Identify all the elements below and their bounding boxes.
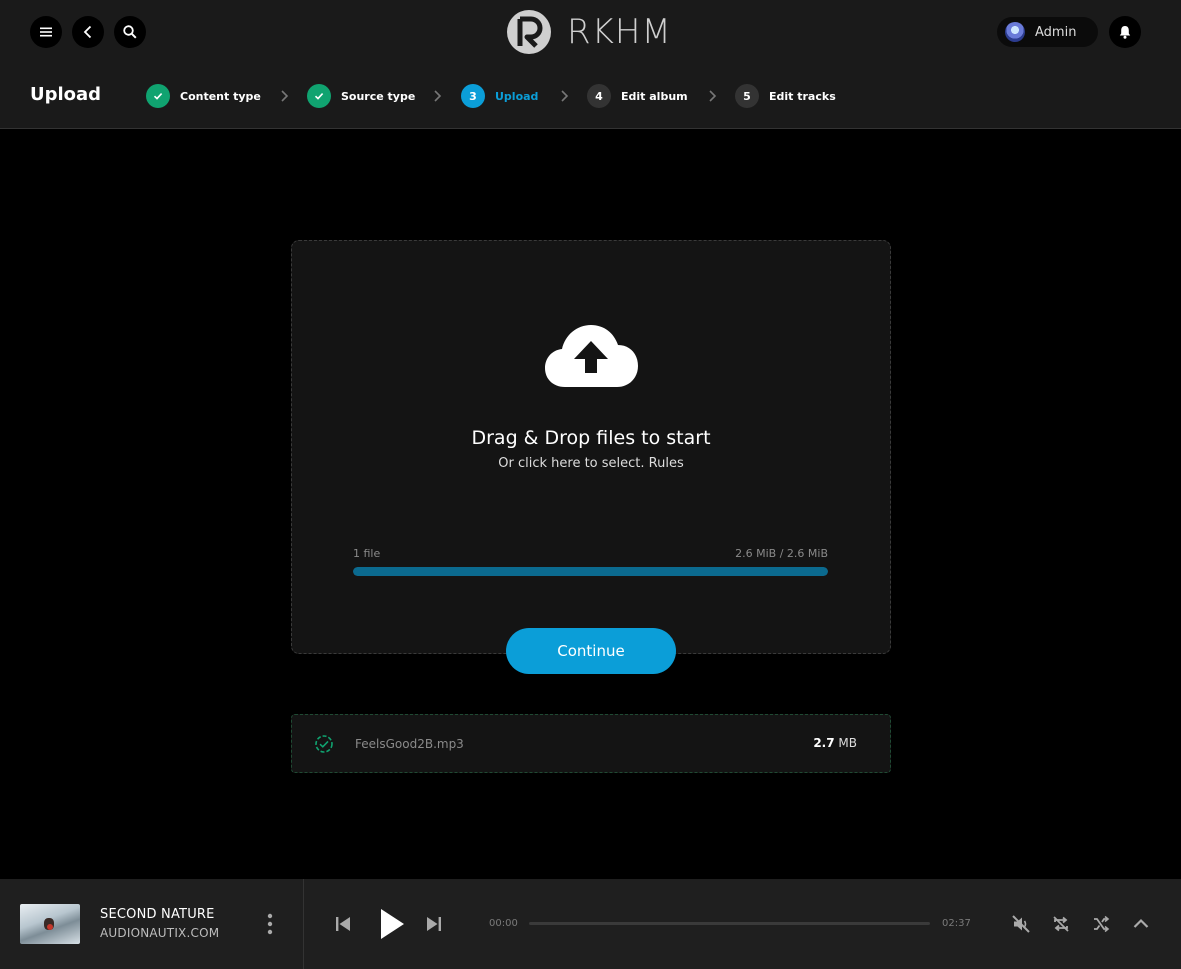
- step-number: 3: [461, 84, 485, 108]
- file-name: FeelsGood2B.mp3: [355, 737, 464, 751]
- avatar: [1005, 22, 1025, 42]
- back-button[interactable]: [72, 16, 104, 48]
- dropzone-subtitle[interactable]: Or click here to select. Rules: [292, 456, 890, 471]
- cloud-upload-icon: [545, 325, 638, 387]
- check-icon: [314, 93, 324, 100]
- notifications-button[interactable]: [1109, 16, 1141, 48]
- repeat-off-icon[interactable]: [1051, 914, 1071, 934]
- step-content-type[interactable]: Content type: [146, 84, 261, 108]
- check-circle-icon: [315, 735, 333, 753]
- menu-button[interactable]: [30, 16, 62, 48]
- shuffle-icon[interactable]: [1091, 914, 1111, 934]
- elapsed-time: 00:00: [489, 918, 518, 929]
- file-count: 1 file: [353, 547, 381, 560]
- chevron-up-icon[interactable]: [1131, 914, 1151, 934]
- skip-next-icon[interactable]: [424, 914, 444, 934]
- step-edit-album[interactable]: 4 Edit album: [587, 84, 688, 108]
- chevron-right-icon: [561, 90, 569, 102]
- audio-player: SECOND NATURE AUDIONAUTIX.COM 00:00 02:3…: [0, 879, 1181, 969]
- search-button[interactable]: [114, 16, 146, 48]
- step-label: Upload: [495, 89, 539, 103]
- upload-progress-fill: [353, 567, 828, 576]
- file-size: 2.7 MB: [813, 736, 857, 750]
- step-number: 4: [587, 84, 611, 108]
- chevron-right-icon: [434, 90, 442, 102]
- step-edit-tracks[interactable]: 5 Edit tracks: [735, 84, 836, 108]
- step-upload[interactable]: 3 Upload: [461, 84, 538, 108]
- user-menu[interactable]: Admin: [997, 17, 1098, 47]
- chevron-right-icon: [281, 90, 289, 102]
- track-cover[interactable]: [20, 904, 80, 944]
- upload-steps-bar: Upload Content type Source type 3 Upload…: [0, 64, 1181, 129]
- step-label: Edit tracks: [769, 89, 836, 103]
- continue-button[interactable]: Continue: [506, 628, 676, 674]
- brand-name: RKHM: [567, 12, 672, 52]
- track-artist[interactable]: AUDIONAUTIX.COM: [100, 926, 219, 940]
- upload-progress-bar: [353, 567, 828, 576]
- track-title[interactable]: SECOND NATURE: [100, 907, 215, 922]
- page-title: Upload: [30, 84, 102, 105]
- progress-text: 2.6 MiB / 2.6 MiB: [735, 547, 828, 560]
- step-label: Source type: [341, 89, 416, 103]
- menu-icon: [40, 27, 52, 37]
- chevron-right-icon: [709, 90, 717, 102]
- mute-icon[interactable]: [1011, 914, 1031, 934]
- bell-icon: [1119, 26, 1131, 39]
- step-done-marker: [146, 84, 170, 108]
- seek-bar[interactable]: [529, 922, 930, 925]
- step-label: Content type: [180, 89, 261, 103]
- cover-art-detail: [47, 924, 53, 930]
- check-icon: [153, 93, 163, 100]
- dropzone-title: Drag & Drop files to start: [471, 427, 711, 449]
- back-icon: [83, 25, 92, 39]
- file-list-item: FeelsGood2B.mp3 2.7 MB: [291, 714, 891, 773]
- step-label: Edit album: [621, 89, 688, 103]
- skip-previous-icon[interactable]: [333, 914, 353, 934]
- brand-logo[interactable]: RKHM: [507, 9, 672, 55]
- file-size-value: 2.7: [813, 736, 835, 750]
- step-source-type[interactable]: Source type: [307, 84, 415, 108]
- player-divider: [303, 879, 304, 969]
- play-icon[interactable]: [378, 907, 406, 941]
- kebab-icon[interactable]: [260, 912, 280, 936]
- step-done-marker: [307, 84, 331, 108]
- user-name: Admin: [1035, 24, 1077, 40]
- brand-mark-icon: [507, 10, 551, 54]
- file-size-unit: MB: [838, 736, 857, 750]
- track-duration: 02:37: [942, 918, 971, 929]
- search-icon: [123, 25, 137, 39]
- top-bar: RKHM Admin: [0, 0, 1181, 64]
- file-dropzone[interactable]: Drag & Drop files to start Or click here…: [291, 240, 891, 654]
- step-number: 5: [735, 84, 759, 108]
